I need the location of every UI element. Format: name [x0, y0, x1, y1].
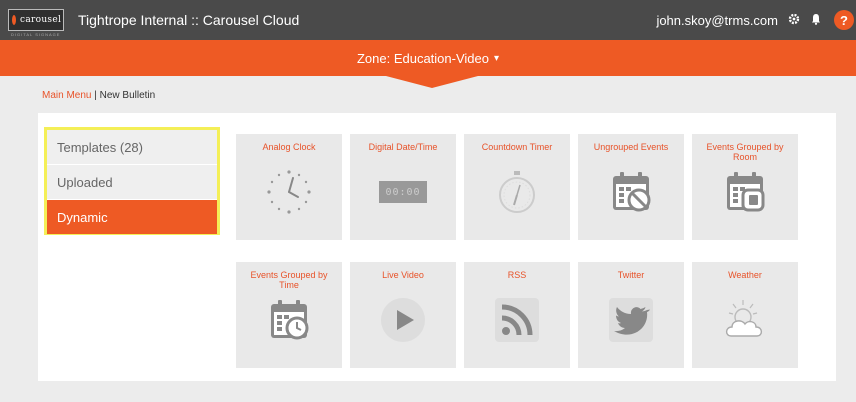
breadcrumb-main-menu[interactable]: Main Menu	[42, 90, 91, 101]
tile-label: Digital Date/Time	[368, 142, 438, 152]
breadcrumb-separator: |	[91, 90, 100, 101]
logo-subtitle: DIGITAL SIGNAGE	[11, 32, 61, 37]
category-sidebar: Templates (28) Uploaded Dynamic	[44, 127, 220, 235]
calendar-no-icon	[613, 172, 651, 212]
tile-twitter[interactable]: Twitter	[578, 262, 684, 368]
breadcrumb-current: New Bulletin	[99, 90, 156, 101]
sidebar-item-templates[interactable]: Templates (28)	[47, 130, 217, 165]
tile-digital-date-time[interactable]: Digital Date/Time 00:00	[350, 134, 456, 240]
breadcrumb: Main Menu | New Bulletin	[42, 90, 155, 101]
app-title: Tightrope Internal :: Carousel Cloud	[78, 12, 300, 28]
bell-icon[interactable]	[810, 13, 822, 28]
tile-label: Live Video	[382, 270, 424, 280]
tile-label: Ungrouped Events	[593, 142, 669, 152]
tile-label: Countdown Timer	[481, 142, 553, 152]
carousel-swirl-icon	[12, 15, 16, 25]
tile-ungrouped-events[interactable]: Ungrouped Events	[578, 134, 684, 240]
tile-label: Twitter	[617, 270, 645, 280]
tile-label: Analog Clock	[262, 142, 316, 152]
carousel-logo[interactable]: carousel DIGITAL SIGNAGE	[8, 9, 64, 37]
calendar-clock-icon	[271, 300, 309, 340]
zone-selector[interactable]: Zone: Education-Video ▾	[0, 40, 856, 76]
logo-text: carousel	[20, 15, 62, 25]
tile-events-grouped-by-time[interactable]: Events Grouped by Time	[236, 262, 342, 368]
tile-label: Events Grouped by Time	[250, 270, 328, 290]
sidebar-item-dynamic[interactable]: Dynamic	[47, 200, 217, 234]
chevron-down-icon: ▾	[494, 52, 500, 64]
analog-clock-icon	[267, 170, 311, 214]
stopwatch-icon	[499, 171, 535, 213]
twitter-icon	[609, 298, 653, 342]
play-icon	[381, 298, 425, 342]
help-button[interactable]: ?	[834, 10, 854, 30]
weather-icon	[725, 300, 763, 337]
top-bar: carousel DIGITAL SIGNAGE Tightrope Inter…	[0, 0, 856, 40]
digital-display: 00:00	[379, 181, 427, 203]
tile-label: RSS	[507, 270, 527, 280]
digital-clock-icon: 00:00	[379, 168, 427, 216]
gear-icon[interactable]	[788, 13, 800, 28]
rss-icon	[495, 298, 539, 342]
zone-notch	[386, 76, 478, 88]
tile-weather[interactable]: Weather	[692, 262, 798, 368]
tile-countdown-timer[interactable]: Countdown Timer	[464, 134, 570, 240]
sidebar-item-uploaded[interactable]: Uploaded	[47, 165, 217, 200]
tile-label: Events Grouped by Room	[706, 142, 784, 162]
calendar-room-icon	[727, 172, 765, 212]
zone-label: Zone: Education-Video	[356, 50, 489, 66]
tile-label: Weather	[728, 270, 762, 280]
tile-analog-clock[interactable]: Analog Clock	[236, 134, 342, 240]
tile-rss[interactable]: RSS	[464, 262, 570, 368]
user-account[interactable]: john.skoy@trms.com	[656, 13, 778, 28]
tile-events-grouped-by-room[interactable]: Events Grouped by Room	[692, 134, 798, 240]
tile-live-video[interactable]: Live Video	[350, 262, 456, 368]
